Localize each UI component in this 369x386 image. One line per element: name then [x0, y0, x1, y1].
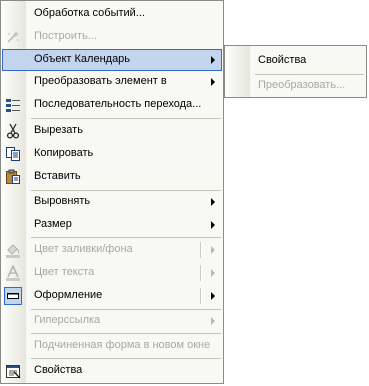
menu-item-label: Цвет заливки/фона — [34, 243, 133, 255]
copy-icon — [5, 146, 21, 162]
menu-item-subform-new-window: Подчиненная форма в новом окне — [2, 335, 222, 357]
menu-separator — [31, 358, 221, 359]
menu-separator — [31, 237, 221, 238]
menu-item-label: Преобразовать элемент в — [34, 75, 167, 87]
paste-icon — [5, 169, 21, 185]
menu-item-build: Построить... — [2, 26, 222, 48]
menu-item-label: Свойства — [34, 364, 83, 376]
menu-item-font-color: Цвет текста — [2, 262, 222, 284]
menu-item-properties[interactable]: Свойства — [2, 360, 222, 382]
submenu-item-label: Преобразовать... — [258, 79, 346, 91]
split-divider — [200, 265, 202, 281]
menu-item-calendar-object[interactable]: Объект Календарь — [2, 49, 222, 71]
menu-item-event-handling[interactable]: Обработка событий... — [2, 3, 222, 25]
menu-item-tab-order[interactable]: Последовательность перехода... — [2, 94, 222, 116]
menu-item-label: Построить... — [34, 30, 97, 42]
submenu-arrow-icon — [211, 246, 215, 254]
submenu-item-label: Свойства — [258, 54, 307, 66]
properties-icon — [5, 363, 21, 379]
menu-item-label: Объект Календарь — [34, 53, 131, 65]
menu-separator — [31, 333, 221, 334]
menu-item-hyperlink: Гиперссылка — [2, 310, 222, 332]
tab-order-icon — [5, 97, 21, 113]
font-color-icon — [5, 264, 21, 281]
submenu-arrow-icon — [211, 78, 215, 86]
submenu-arrow-icon — [211, 56, 215, 64]
menu-item-label: Гиперссылка — [34, 314, 101, 326]
menu-item-label: Оформление — [34, 289, 103, 301]
menu-separator — [31, 118, 221, 119]
fill-color-icon — [5, 242, 21, 258]
menu-item-copy[interactable]: Копировать — [2, 143, 222, 165]
submenu-item-properties[interactable]: Свойства — [226, 50, 365, 72]
scissors-icon — [5, 123, 21, 139]
submenu-arrow-icon — [211, 292, 215, 300]
split-divider — [200, 288, 202, 304]
menu-item-label: Последовательность перехода... — [34, 98, 202, 110]
build-wand-icon — [5, 29, 21, 45]
calendar-object-submenu: Свойства Преобразовать... — [224, 45, 367, 98]
menu-item-label: Подчиненная форма в новом окне — [34, 339, 211, 351]
menu-item-label: Обработка событий... — [34, 7, 145, 19]
menu-item-cut[interactable]: Вырезать — [2, 120, 222, 142]
menu-item-paste[interactable]: Вставить — [2, 166, 222, 188]
menu-item-special-effect[interactable]: Оформление — [2, 285, 222, 307]
submenu-arrow-icon — [211, 317, 215, 325]
menu-item-label: Вырезать — [34, 124, 83, 136]
submenu-arrow-icon — [211, 221, 215, 229]
menu-item-label: Вставить — [34, 170, 81, 182]
menu-item-label: Размер — [34, 218, 72, 230]
context-menu: Обработка событий... Построить... Объект… — [0, 0, 224, 384]
split-divider — [200, 242, 202, 258]
menu-item-align[interactable]: Выровнять — [2, 191, 222, 213]
menu-item-label: Выровнять — [34, 195, 91, 207]
menu-item-fill-color: Цвет заливки/фона — [2, 239, 222, 261]
submenu-item-convert: Преобразовать... — [226, 75, 365, 97]
menu-item-size[interactable]: Размер — [2, 214, 222, 236]
menu-item-label: Цвет текста — [34, 266, 95, 278]
menu-item-label: Копировать — [34, 147, 94, 159]
submenu-arrow-icon — [211, 269, 215, 277]
menu-item-convert-control[interactable]: Преобразовать элемент в — [2, 71, 222, 93]
submenu-arrow-icon — [211, 198, 215, 206]
special-effect-icon — [4, 287, 22, 305]
